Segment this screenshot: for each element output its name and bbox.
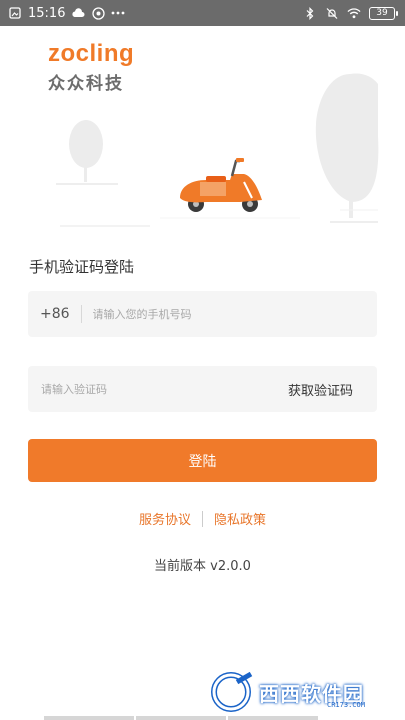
service-agreement-link[interactable]: 服务协议	[139, 509, 191, 528]
gallery-icon	[8, 6, 22, 20]
phone-field[interactable]: +86	[28, 291, 377, 337]
nav-hint-segment	[228, 716, 318, 720]
field-divider	[80, 305, 82, 323]
login-button[interactable]: 登陆	[28, 439, 377, 482]
verification-code-input[interactable]	[28, 366, 288, 412]
country-code[interactable]: +86	[28, 306, 70, 322]
camera-icon	[91, 6, 105, 20]
phone-input[interactable]	[92, 291, 377, 337]
login-title: 手机验证码登陆	[29, 258, 135, 276]
left-tree-icon	[56, 120, 118, 185]
code-field[interactable]: 获取验证码	[28, 366, 377, 412]
wifi-icon	[347, 6, 361, 20]
battery-indicator: 39	[369, 6, 398, 20]
watermark-url: CR173.COM	[327, 701, 365, 709]
watermark: 西西软件园 CR173.COM	[207, 670, 397, 714]
bluetooth-icon	[303, 6, 317, 20]
nav-hint-segment	[44, 716, 134, 720]
policy-links: 服务协议 隐私政策	[0, 509, 405, 528]
watermark-logo-icon	[211, 671, 253, 712]
hero-illustration: zocling 众众科技	[0, 26, 405, 241]
status-time: 15:16	[28, 5, 66, 21]
scenery-illustration	[56, 73, 379, 227]
bottom-nav-hint	[0, 716, 405, 720]
get-code-button[interactable]: 获取验证码	[288, 380, 377, 399]
nav-hint-segment	[136, 716, 226, 720]
privacy-policy-link[interactable]: 隐私政策	[214, 509, 266, 528]
status-bar: 15:16 39	[0, 0, 405, 26]
more-dots-icon	[111, 6, 125, 20]
version-label: 当前版本 v2.0.0	[154, 559, 251, 574]
right-tree-icon	[315, 73, 379, 223]
scooter-icon	[180, 158, 262, 212]
cloud-icon	[71, 6, 85, 20]
mute-bell-icon	[325, 6, 339, 20]
login-screen: 15:16 39 zocling 众众科技 手机验证码登陆 +86 请输入您的手…	[0, 0, 405, 720]
links-divider	[202, 510, 203, 527]
